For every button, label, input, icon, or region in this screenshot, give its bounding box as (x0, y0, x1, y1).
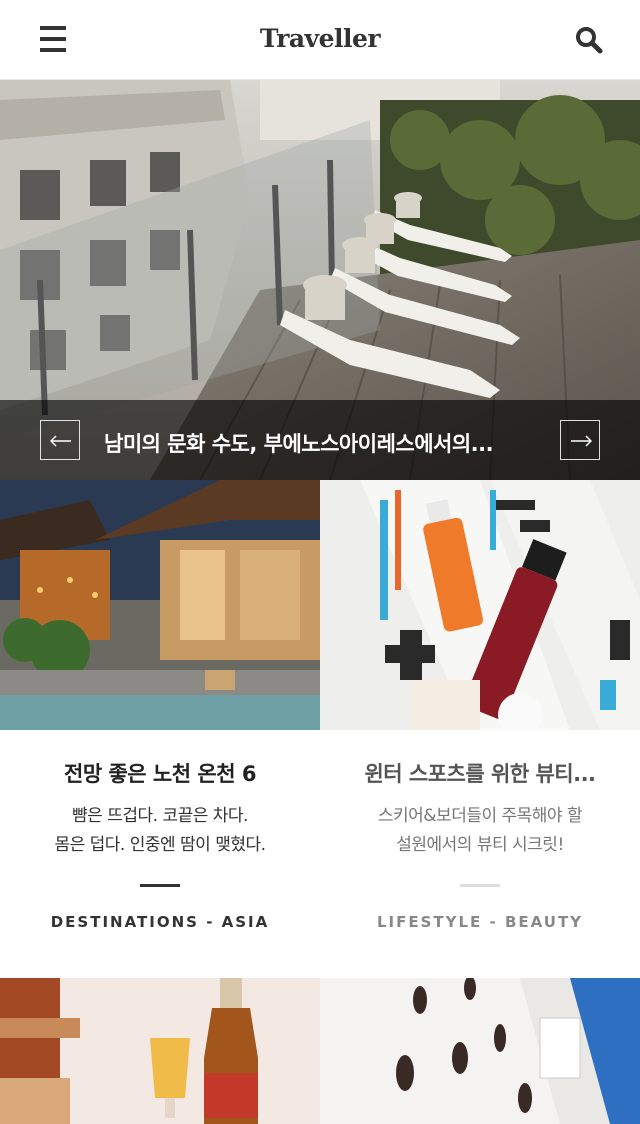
arrow-right-icon[interactable] (560, 420, 600, 460)
arrow-left-icon[interactable] (40, 420, 80, 460)
app-header: Traveller (0, 0, 640, 80)
article-thumbnail[interactable] (0, 978, 320, 1124)
article-card[interactable]: 윈터 스포츠를 위한 뷰티... 스키어&보더들이 주목해야 할 설원에서의 뷰… (320, 480, 640, 978)
hero-title[interactable]: 남미의 문화 수도, 부에노스아이레스에서의... (104, 428, 536, 456)
article-thumbnail[interactable] (320, 978, 640, 1124)
article-category[interactable]: LIFESTYLE - BEAUTY (320, 913, 640, 931)
article-title[interactable]: 전망 좋은 노천 온천 6 (30, 758, 290, 788)
article-description: 스키어&보더들이 주목해야 할 설원에서의 뷰티 시크릿! (340, 802, 620, 860)
hero-slider[interactable]: 남미의 문화 수도, 부에노스아이레스에서의... (0, 80, 640, 480)
site-logo[interactable]: Traveller (0, 24, 640, 53)
divider (140, 884, 180, 887)
article-category[interactable]: DESTINATIONS - ASIA (0, 913, 320, 931)
article-title[interactable]: 윈터 스포츠를 위한 뷰티... (350, 758, 610, 788)
description-line: 몸은 덥다. 인중엔 땀이 맺혔다. (54, 835, 266, 855)
article-thumbnail[interactable] (0, 480, 320, 730)
divider (460, 884, 500, 887)
search-icon[interactable] (575, 26, 603, 54)
article-card[interactable]: 전망 좋은 노천 온천 6 뺨은 뜨겁다. 코끝은 차다. 몸은 덥다. 인중엔… (0, 480, 320, 978)
description-line: 뺨은 뜨겁다. 코끝은 차다. (72, 806, 248, 826)
article-description: 뺨은 뜨겁다. 코끝은 차다. 몸은 덥다. 인중엔 땀이 맺혔다. (20, 802, 300, 860)
description-line: 스키어&보더들이 주목해야 할 (377, 806, 583, 826)
description-line: 설원에서의 뷰티 시크릿! (396, 835, 564, 855)
article-thumbnail[interactable] (320, 480, 640, 730)
